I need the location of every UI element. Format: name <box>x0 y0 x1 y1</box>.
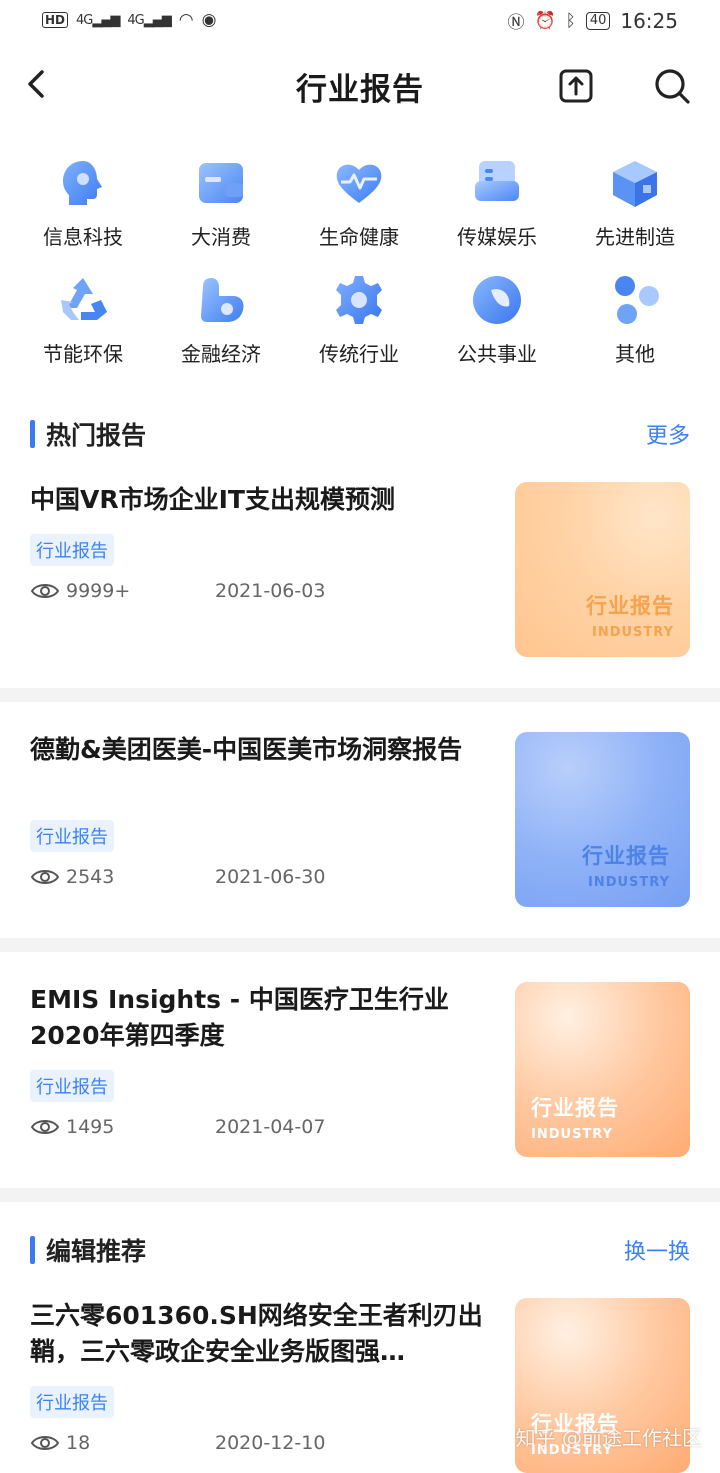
watermark: 知乎 @前途工作社区 <box>515 1426 702 1450</box>
card-divider <box>0 1188 720 1202</box>
category-label: 传统行业 <box>319 342 399 366</box>
head-tech-icon <box>63 161 102 205</box>
app-header: 行业报告 <box>0 50 720 120</box>
thumbnail-title: 行业报告 <box>582 844 670 868</box>
status-bar: HD 4G▂▄▆ 4G▂▄▆ ◠ ◉ Ⓝ ⏰ ᛒ 40 16:25 <box>0 0 720 44</box>
eye-icon <box>30 584 60 598</box>
view-count: 9999+ <box>66 580 131 602</box>
recycle-icon <box>61 278 107 320</box>
category-label: 生命健康 <box>319 225 399 249</box>
eye-comfort-icon: ◉ <box>201 10 217 30</box>
cube-manufacturing-icon <box>613 161 657 207</box>
hd-indicator: HD <box>42 12 69 28</box>
report-thumbnail[interactable]: 行业报告 INDUSTRY <box>515 732 690 907</box>
share-upload-icon[interactable] <box>558 68 594 104</box>
category-label: 大消费 <box>191 225 251 249</box>
category-grid: 信息科技 大消费 生命健康 传媒娱乐 先进制造 节能环保 金融经济 传统行业 公… <box>14 155 706 367</box>
clock: 16:25 <box>620 8 678 33</box>
thumbnail-subtitle: INDUSTRY <box>591 625 674 640</box>
view-count: 1495 <box>66 1116 115 1138</box>
signal-type-2: 4G <box>127 12 144 28</box>
eye-icon <box>30 1120 60 1134</box>
category-label: 传媒娱乐 <box>457 225 537 249</box>
category-label: 其他 <box>615 342 655 366</box>
report-date: 2021-06-03 <box>215 580 326 602</box>
heart-health-icon <box>336 164 382 203</box>
category-health[interactable]: 生命健康 <box>290 155 428 250</box>
section-accent-bar <box>30 420 35 448</box>
category-info-tech[interactable]: 信息科技 <box>14 155 152 250</box>
category-label: 节能环保 <box>43 342 123 366</box>
category-label: 先进制造 <box>595 225 675 249</box>
report-title[interactable]: 中国VR市场企业IT支出规模预测 <box>30 482 490 518</box>
more-link[interactable]: 更多 <box>646 418 690 450</box>
view-count: 2543 <box>66 866 115 888</box>
report-card[interactable]: EMIS Insights - 中国医疗卫生行业2020年第四季度 行业报告 1… <box>0 970 720 1186</box>
card-divider <box>0 938 720 952</box>
eye-icon <box>30 1436 60 1450</box>
report-meta: 9999+ 2021-06-03 <box>30 580 325 602</box>
eye-icon <box>30 870 60 884</box>
category-label: 公共事业 <box>457 342 537 366</box>
gear-icon <box>336 276 382 324</box>
signal-indicator-1: 4G▂▄▆ <box>76 12 120 28</box>
report-tag: 行业报告 <box>30 820 114 852</box>
category-other[interactable]: 其他 <box>566 272 704 367</box>
report-title[interactable]: EMIS Insights - 中国医疗卫生行业2020年第四季度 <box>30 982 490 1054</box>
report-meta: 1495 2021-04-07 <box>30 1116 325 1138</box>
signal-indicator-2: 4G▂▄▆ <box>127 12 171 28</box>
finance-icon <box>201 278 244 322</box>
search-icon[interactable] <box>652 66 692 106</box>
refresh-link[interactable]: 换一换 <box>624 1234 690 1266</box>
category-label: 信息科技 <box>43 225 123 249</box>
other-icon <box>615 276 659 324</box>
report-meta: 2543 2021-06-30 <box>30 866 325 888</box>
status-left: HD 4G▂▄▆ 4G▂▄▆ ◠ ◉ <box>42 10 216 30</box>
status-right: Ⓝ ⏰ ᛒ 40 16:25 <box>507 8 678 34</box>
category-traditional[interactable]: 传统行业 <box>290 272 428 367</box>
report-card[interactable]: 德勤&美团医美-中国医美市场洞察报告 行业报告 2543 2021-06-30 … <box>0 720 720 936</box>
signal-type-1: 4G <box>76 12 93 28</box>
report-tag: 行业报告 <box>30 1386 114 1418</box>
battery-indicator: 40 <box>585 11 611 30</box>
category-manufacturing[interactable]: 先进制造 <box>566 155 704 250</box>
thumbnail-title: 行业报告 <box>531 1096 619 1120</box>
report-date: 2020-12-10 <box>215 1432 326 1454</box>
editor-picks-header: 编辑推荐 换一换 <box>30 1232 690 1268</box>
card-consumer-icon <box>199 163 243 203</box>
nfc-icon: Ⓝ <box>507 13 525 33</box>
category-eco[interactable]: 节能环保 <box>14 272 152 367</box>
category-label: 金融经济 <box>181 342 261 366</box>
media-icon <box>475 161 519 201</box>
category-finance[interactable]: 金融经济 <box>152 272 290 367</box>
category-media[interactable]: 传媒娱乐 <box>428 155 566 250</box>
thumbnail-subtitle: INDUSTRY <box>587 875 670 890</box>
report-tag: 行业报告 <box>30 1070 114 1102</box>
report-title[interactable]: 德勤&美团医美-中国医美市场洞察报告 <box>30 732 490 768</box>
report-thumbnail[interactable]: 行业报告 INDUSTRY <box>515 482 690 657</box>
page-title: 行业报告 <box>296 72 424 108</box>
report-meta: 18 2020-12-10 <box>30 1432 325 1454</box>
view-count: 18 <box>66 1432 91 1454</box>
report-date: 2021-06-30 <box>215 866 326 888</box>
thumbnail-subtitle: INDUSTRY <box>531 1127 614 1142</box>
category-consumer[interactable]: 大消费 <box>152 155 290 250</box>
section-title: 编辑推荐 <box>46 1237 147 1266</box>
wifi-icon: ◠ <box>178 10 194 30</box>
bluetooth-icon: ᛒ <box>565 10 576 31</box>
report-title[interactable]: 三六零601360.SH网络安全王者利刃出鞘，三六零政企安全业务版图强… <box>30 1298 490 1370</box>
category-public[interactable]: 公共事业 <box>428 272 566 367</box>
hot-reports-header: 热门报告 更多 <box>30 416 690 452</box>
section-title: 热门报告 <box>46 421 147 450</box>
report-card[interactable]: 中国VR市场企业IT支出规模预测 行业报告 9999+ 2021-06-03 行… <box>0 470 720 686</box>
section-accent-bar <box>30 1236 35 1264</box>
report-thumbnail[interactable]: 行业报告 INDUSTRY <box>515 982 690 1157</box>
card-divider <box>0 688 720 702</box>
report-tag: 行业报告 <box>30 534 114 566</box>
thumbnail-title: 行业报告 <box>586 594 674 618</box>
public-icon <box>473 276 521 324</box>
alarm-icon: ⏰ <box>534 10 556 31</box>
report-date: 2021-04-07 <box>215 1116 326 1138</box>
